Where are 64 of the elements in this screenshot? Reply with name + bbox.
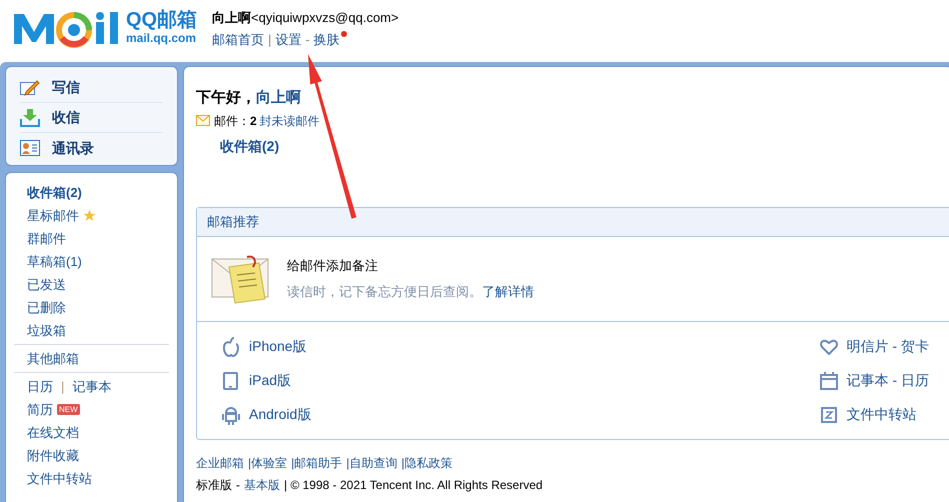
nav-separator: - [305,30,310,48]
footer-link[interactable]: |邮箱助手 [291,454,342,472]
inbox-tray-icon [20,108,40,126]
user-name: 向上啊 [212,9,251,27]
footer-text: 标准版 [196,476,232,494]
version-link[interactable]: 基本版 [244,476,280,494]
app-link[interactable]: 文件中转站 [846,404,917,425]
folder-link[interactable]: 收件箱(2) [27,182,82,202]
folder-link[interactable]: 星标邮件 [27,206,79,226]
envelope-icon [196,115,210,126]
transfer-icon [820,406,837,422]
action-link[interactable]: 通讯录 [52,138,94,158]
inbox-link[interactable]: 收件箱(2) [220,138,280,154]
heart-icon [820,338,838,354]
folder-link[interactable]: 已删除 [27,298,66,318]
footer-link[interactable]: |隐私政策 [401,454,452,472]
app-link[interactable]: Android版 [249,404,312,425]
pencil-note-icon [20,80,40,96]
nav-link[interactable]: 换肤 [314,30,340,49]
footer-link[interactable]: |体验室 [248,454,288,472]
footer-text: | © 1998 - 2021 Tencent Inc. All Rights Reserved [284,476,543,494]
app-link[interactable]: iPhone版 [249,336,307,357]
user-email: <qyiquiwpxvzs@qq.com> [251,9,399,27]
notes-link[interactable]: 记事本 [72,376,112,396]
action-link[interactable]: 收信 [52,107,80,128]
folder-link[interactable]: 简历 [27,400,53,420]
action-link[interactable]: 写信 [52,77,80,98]
apple-icon [223,336,239,356]
recommend-title: 邮箱推荐 [207,212,259,231]
logo-domain: mail.qq.com [126,32,198,44]
footer-link[interactable]: |自助查询 [346,454,398,472]
logo-title: QQ邮箱 [126,8,198,32]
folder-link[interactable]: 附件收藏 [27,446,79,466]
folder-link[interactable]: 草稿箱(1) [27,252,82,272]
tip-title: 给邮件添加备注 [287,257,379,275]
app-link[interactable]: 明信片 - 贺卡 [846,336,929,357]
calendar-link[interactable]: 日历 [27,376,53,396]
folder-link[interactable]: 群邮件 [27,228,66,248]
folder-link[interactable]: 文件中转站 [27,468,92,488]
calendar-icon [820,372,838,390]
nav-link[interactable]: 邮箱首页 [212,30,264,49]
nav-separator: | [268,30,272,49]
folder-link[interactable]: 其他邮箱 [27,348,79,368]
envelope-note-icon [211,252,271,304]
new-badge: NEW [57,404,80,415]
footer-text: - [236,476,240,494]
contact-card-icon [20,140,40,156]
unread-link[interactable]: 封未读邮件 [260,112,320,130]
app-link[interactable]: 记事本 - 日历 [846,370,929,391]
folder-link[interactable]: 垃圾箱 [27,320,66,340]
footer-link[interactable]: 企业邮箱 [196,454,244,472]
unread-count: 2 [250,112,257,130]
unread-label: 邮件： [214,112,250,130]
android-icon [221,404,241,424]
learn-more-link[interactable]: 了解详情 [482,282,534,301]
nav-link[interactable]: 设置 [275,30,302,49]
folder-link[interactable]: 已发送 [27,274,66,294]
user-name-link[interactable]: 向上啊 [256,87,301,110]
tablet-icon [223,372,239,390]
greeting-text: 下午好， [196,88,256,108]
tip-text: 读信时，记下备忘方便日后查阅。 [287,282,482,300]
link-separator: | [60,378,66,396]
app-link[interactable]: iPad版 [249,370,292,391]
folder-link[interactable]: 在线文档 [27,422,79,442]
